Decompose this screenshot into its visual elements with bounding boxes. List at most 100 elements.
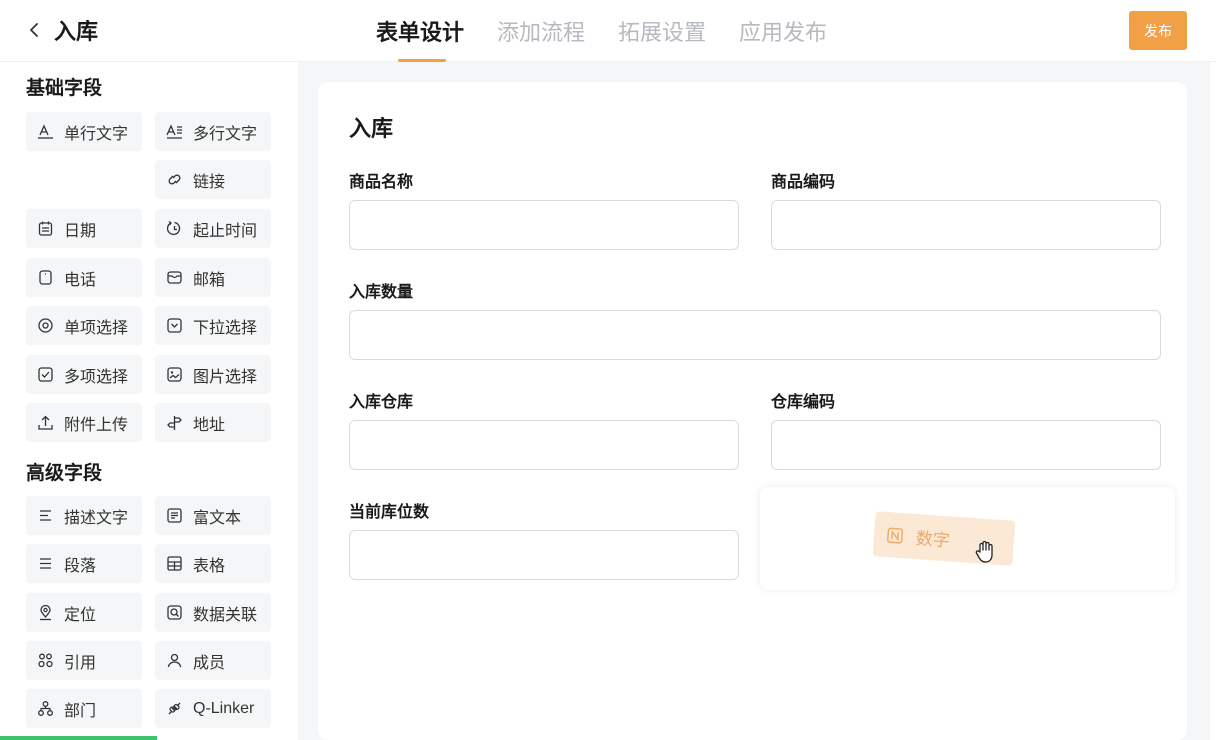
tab-add-process[interactable]: 添加流程 <box>497 0 585 62</box>
inbound-quantity-input[interactable] <box>349 310 1161 360</box>
dropdown-icon <box>166 317 183 334</box>
number-icon <box>886 525 905 544</box>
text-multiline-icon <box>166 123 183 140</box>
field-dropdown[interactable]: 下拉选择 <box>155 306 271 345</box>
warehouse-code-input[interactable] <box>771 420 1161 470</box>
inbound-warehouse-input[interactable] <box>349 420 739 470</box>
tab-form-design[interactable]: 表单设计 <box>376 0 464 62</box>
chevron-left-icon <box>30 23 38 37</box>
field-label-warehouse-code: 仓库编码 <box>771 394 836 411</box>
field-image-choice[interactable]: 图片选择 <box>155 355 271 394</box>
tab-app-publish[interactable]: 应用发布 <box>739 0 827 62</box>
link-icon <box>166 171 183 188</box>
field-label: Q-Linker <box>193 699 255 717</box>
image-icon <box>166 366 183 383</box>
form-card <box>318 82 1187 740</box>
publish-button[interactable]: 发布 <box>1129 11 1187 50</box>
data-link-icon <box>166 604 183 621</box>
field-label: 下拉选择 <box>193 319 258 337</box>
field-label: 定位 <box>64 606 97 624</box>
paragraph-icon <box>37 555 54 572</box>
field-label: 表格 <box>193 557 226 575</box>
field-label-product-name: 商品名称 <box>349 174 414 191</box>
field-phone[interactable]: 电话 <box>26 258 142 297</box>
field-label: 富文本 <box>193 509 242 527</box>
field-label: 多行文字 <box>193 125 258 143</box>
field-label: 单项选择 <box>64 319 129 337</box>
text-line-icon <box>37 123 54 140</box>
field-label: 数据关联 <box>193 606 258 624</box>
time-range-icon <box>166 220 183 237</box>
checkbox-icon <box>37 366 54 383</box>
field-attachment-upload[interactable]: 附件上传 <box>26 403 142 442</box>
field-time-range[interactable]: 起止时间 <box>155 209 271 248</box>
form-title: 入库 <box>349 116 394 141</box>
field-description-text[interactable]: 描述文字 <box>26 496 142 535</box>
field-label: 邮箱 <box>193 271 226 289</box>
field-reference[interactable]: 引用 <box>26 641 142 680</box>
qlinker-icon <box>166 700 183 717</box>
radio-icon <box>37 317 54 334</box>
tab-extension-settings[interactable]: 拓展设置 <box>618 0 706 62</box>
field-label: 日期 <box>64 222 97 240</box>
field-label: 描述文字 <box>64 509 129 527</box>
field-label-product-code: 商品编码 <box>771 174 836 191</box>
back-button[interactable]: 入库 <box>26 14 98 46</box>
field-label: 图片选择 <box>193 368 258 386</box>
field-label: 多项选择 <box>64 368 129 386</box>
field-single-line-text[interactable]: 单行文字 <box>26 112 142 151</box>
mail-icon <box>166 269 183 286</box>
field-label: 地址 <box>193 416 226 434</box>
field-single-choice[interactable]: 单项选择 <box>26 306 142 345</box>
richtext-icon <box>166 507 183 524</box>
field-label: 附件上传 <box>64 416 129 434</box>
field-table[interactable]: 表格 <box>155 544 271 583</box>
field-address[interactable]: 地址 <box>155 403 271 442</box>
field-link[interactable]: 链接 <box>155 160 271 199</box>
field-data-association[interactable]: 数据关联 <box>155 593 271 632</box>
upload-icon <box>37 414 54 431</box>
field-date[interactable]: 日期 <box>26 209 142 248</box>
field-label-inbound-quantity: 入库数量 <box>349 284 414 301</box>
field-location[interactable]: 定位 <box>26 593 142 632</box>
field-q-linker[interactable]: Q-Linker <box>155 689 271 728</box>
field-paragraph[interactable]: 段落 <box>26 544 142 583</box>
description-icon <box>37 507 54 524</box>
field-department[interactable]: 部门 <box>26 689 142 728</box>
product-name-input[interactable] <box>349 200 739 250</box>
field-label: 段落 <box>64 557 97 575</box>
location-icon <box>37 604 54 621</box>
field-label: 引用 <box>64 654 97 672</box>
dragging-field-label: 数字 <box>915 529 951 551</box>
field-label: 部门 <box>64 702 97 720</box>
table-icon <box>166 555 183 572</box>
field-label: 链接 <box>193 173 226 191</box>
current-bin-count-input[interactable] <box>349 530 739 580</box>
field-label: 起止时间 <box>193 222 258 240</box>
right-edge <box>1210 62 1216 740</box>
member-icon <box>166 652 183 669</box>
scroll-indicator <box>0 736 157 740</box>
field-multi-choice[interactable]: 多项选择 <box>26 355 142 394</box>
product-code-input[interactable] <box>771 200 1161 250</box>
field-label-inbound-warehouse: 入库仓库 <box>349 394 414 411</box>
field-multi-line-text[interactable]: 多行文字 <box>155 112 271 151</box>
app-title: 入库 <box>54 19 99 44</box>
grab-cursor-icon <box>975 540 993 563</box>
tab-bar: 表单设计 添加流程 拓展设置 应用发布 <box>376 0 860 62</box>
field-mail[interactable]: 邮箱 <box>155 258 271 297</box>
field-label-current-bin-count: 当前库位数 <box>349 504 430 521</box>
phone-icon <box>37 269 54 286</box>
field-member[interactable]: 成员 <box>155 641 271 680</box>
basic-fields-title: 基础字段 <box>26 78 103 99</box>
signpost-icon <box>166 414 183 431</box>
field-label: 成员 <box>193 654 226 672</box>
department-icon <box>37 700 54 717</box>
calendar-icon <box>37 220 54 237</box>
field-rich-text[interactable]: 富文本 <box>155 496 271 535</box>
advanced-fields-title: 高级字段 <box>26 463 103 484</box>
top-bar: 入库 表单设计 添加流程 拓展设置 应用发布 发布 <box>0 0 1216 62</box>
reference-icon <box>37 652 54 669</box>
field-label: 电话 <box>64 271 97 289</box>
field-label: 单行文字 <box>64 125 129 143</box>
